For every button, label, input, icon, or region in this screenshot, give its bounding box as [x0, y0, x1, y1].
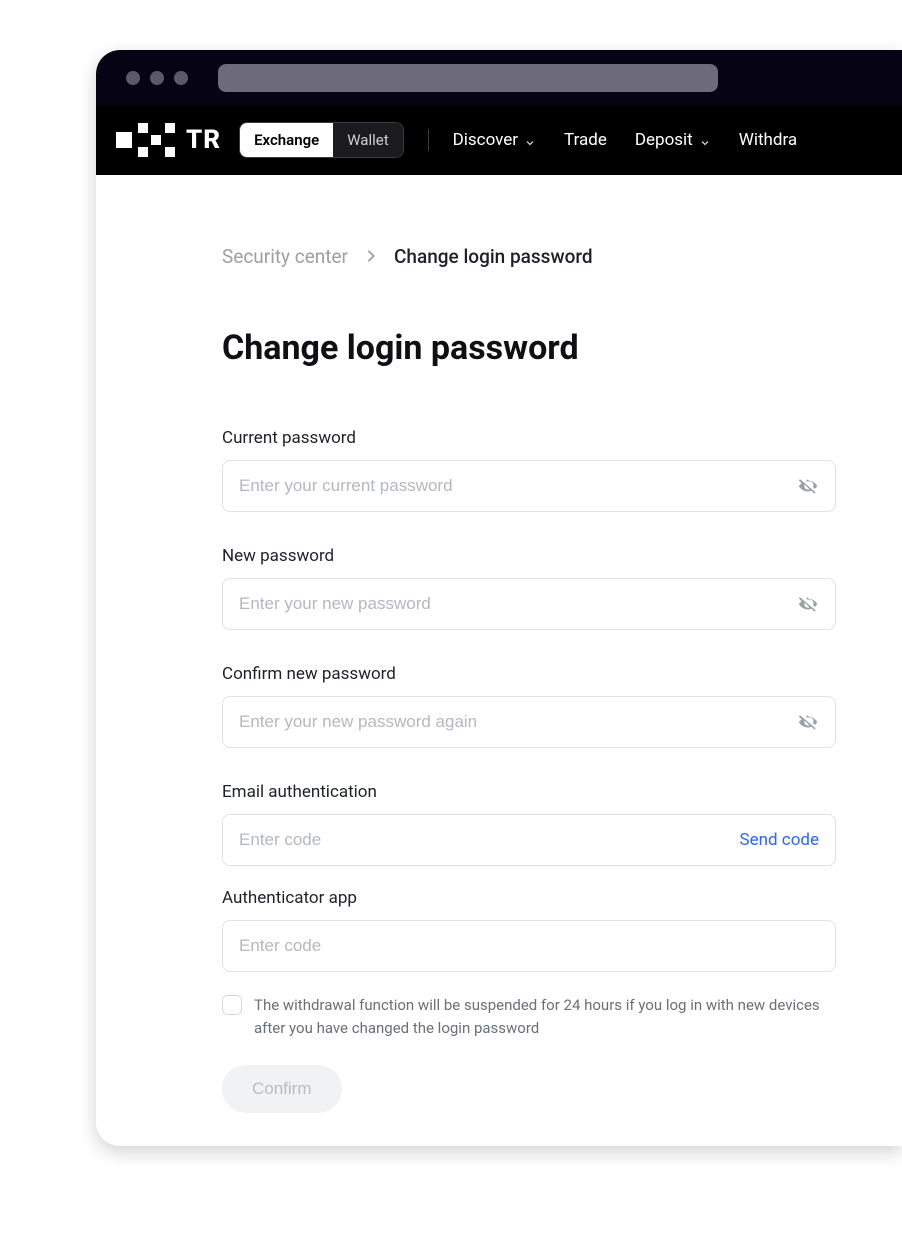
- traffic-max-icon[interactable]: [174, 71, 188, 85]
- confirm-password-label: Confirm new password: [222, 664, 836, 684]
- exchange-tab[interactable]: Exchange: [240, 123, 333, 157]
- new-password-field-wrap: [222, 578, 836, 630]
- authenticator-label: Authenticator app: [222, 888, 836, 908]
- email-auth-input[interactable]: [239, 830, 730, 850]
- nav-trade[interactable]: Trade: [564, 130, 607, 150]
- breadcrumb-parent[interactable]: Security center: [222, 245, 348, 268]
- nav-links: Discover Trade Deposit Withdra: [453, 130, 798, 150]
- new-password-input[interactable]: [239, 594, 787, 614]
- nav-deposit-label: Deposit: [635, 130, 693, 150]
- confirm-password-field-wrap: [222, 696, 836, 748]
- eye-off-icon[interactable]: [797, 593, 819, 615]
- send-code-button[interactable]: Send code: [740, 830, 820, 850]
- nav-withdraw[interactable]: Withdra: [739, 130, 797, 150]
- nav-separator: [428, 129, 429, 151]
- authenticator-input[interactable]: [239, 936, 819, 956]
- nav-discover-label: Discover: [453, 130, 518, 150]
- brand-logo[interactable]: TR: [116, 123, 221, 157]
- new-password-label: New password: [222, 546, 836, 566]
- traffic-min-icon[interactable]: [150, 71, 164, 85]
- eye-off-icon[interactable]: [797, 711, 819, 733]
- nav-discover[interactable]: Discover: [453, 130, 536, 150]
- current-password-input[interactable]: [239, 476, 787, 496]
- withdrawal-notice-row: The withdrawal function will be suspende…: [222, 994, 836, 1039]
- email-auth-field-wrap: Send code: [222, 814, 836, 866]
- notice-text: The withdrawal function will be suspende…: [254, 994, 836, 1039]
- nav-withdraw-label: Withdra: [739, 130, 797, 150]
- browser-title-bar: [96, 50, 902, 105]
- chevron-down-icon: [699, 134, 711, 146]
- page-content: Security center Change login password Ch…: [96, 175, 902, 1146]
- email-auth-label: Email authentication: [222, 782, 836, 802]
- brand-tr-label: TR: [186, 125, 221, 155]
- url-bar[interactable]: [218, 64, 718, 92]
- browser-frame: TR Exchange Wallet Discover Trade De: [96, 50, 902, 1146]
- nav-deposit[interactable]: Deposit: [635, 130, 711, 150]
- breadcrumb: Security center Change login password: [222, 245, 902, 268]
- breadcrumb-current: Change login password: [394, 245, 593, 268]
- notice-checkbox[interactable]: [222, 995, 242, 1015]
- traffic-close-icon[interactable]: [126, 71, 140, 85]
- current-password-field-wrap: [222, 460, 836, 512]
- nav-trade-label: Trade: [564, 130, 607, 150]
- eye-off-icon[interactable]: [797, 475, 819, 497]
- page-title: Change login password: [222, 328, 902, 368]
- current-password-label: Current password: [222, 428, 836, 448]
- wallet-tab[interactable]: Wallet: [333, 123, 402, 157]
- mode-toggle: Exchange Wallet: [239, 122, 404, 158]
- confirm-password-input[interactable]: [239, 712, 787, 732]
- chevron-down-icon: [524, 134, 536, 146]
- authenticator-field-wrap: [222, 920, 836, 972]
- confirm-button[interactable]: Confirm: [222, 1065, 342, 1113]
- chevron-right-icon: [366, 245, 376, 268]
- top-nav: TR Exchange Wallet Discover Trade De: [96, 105, 902, 175]
